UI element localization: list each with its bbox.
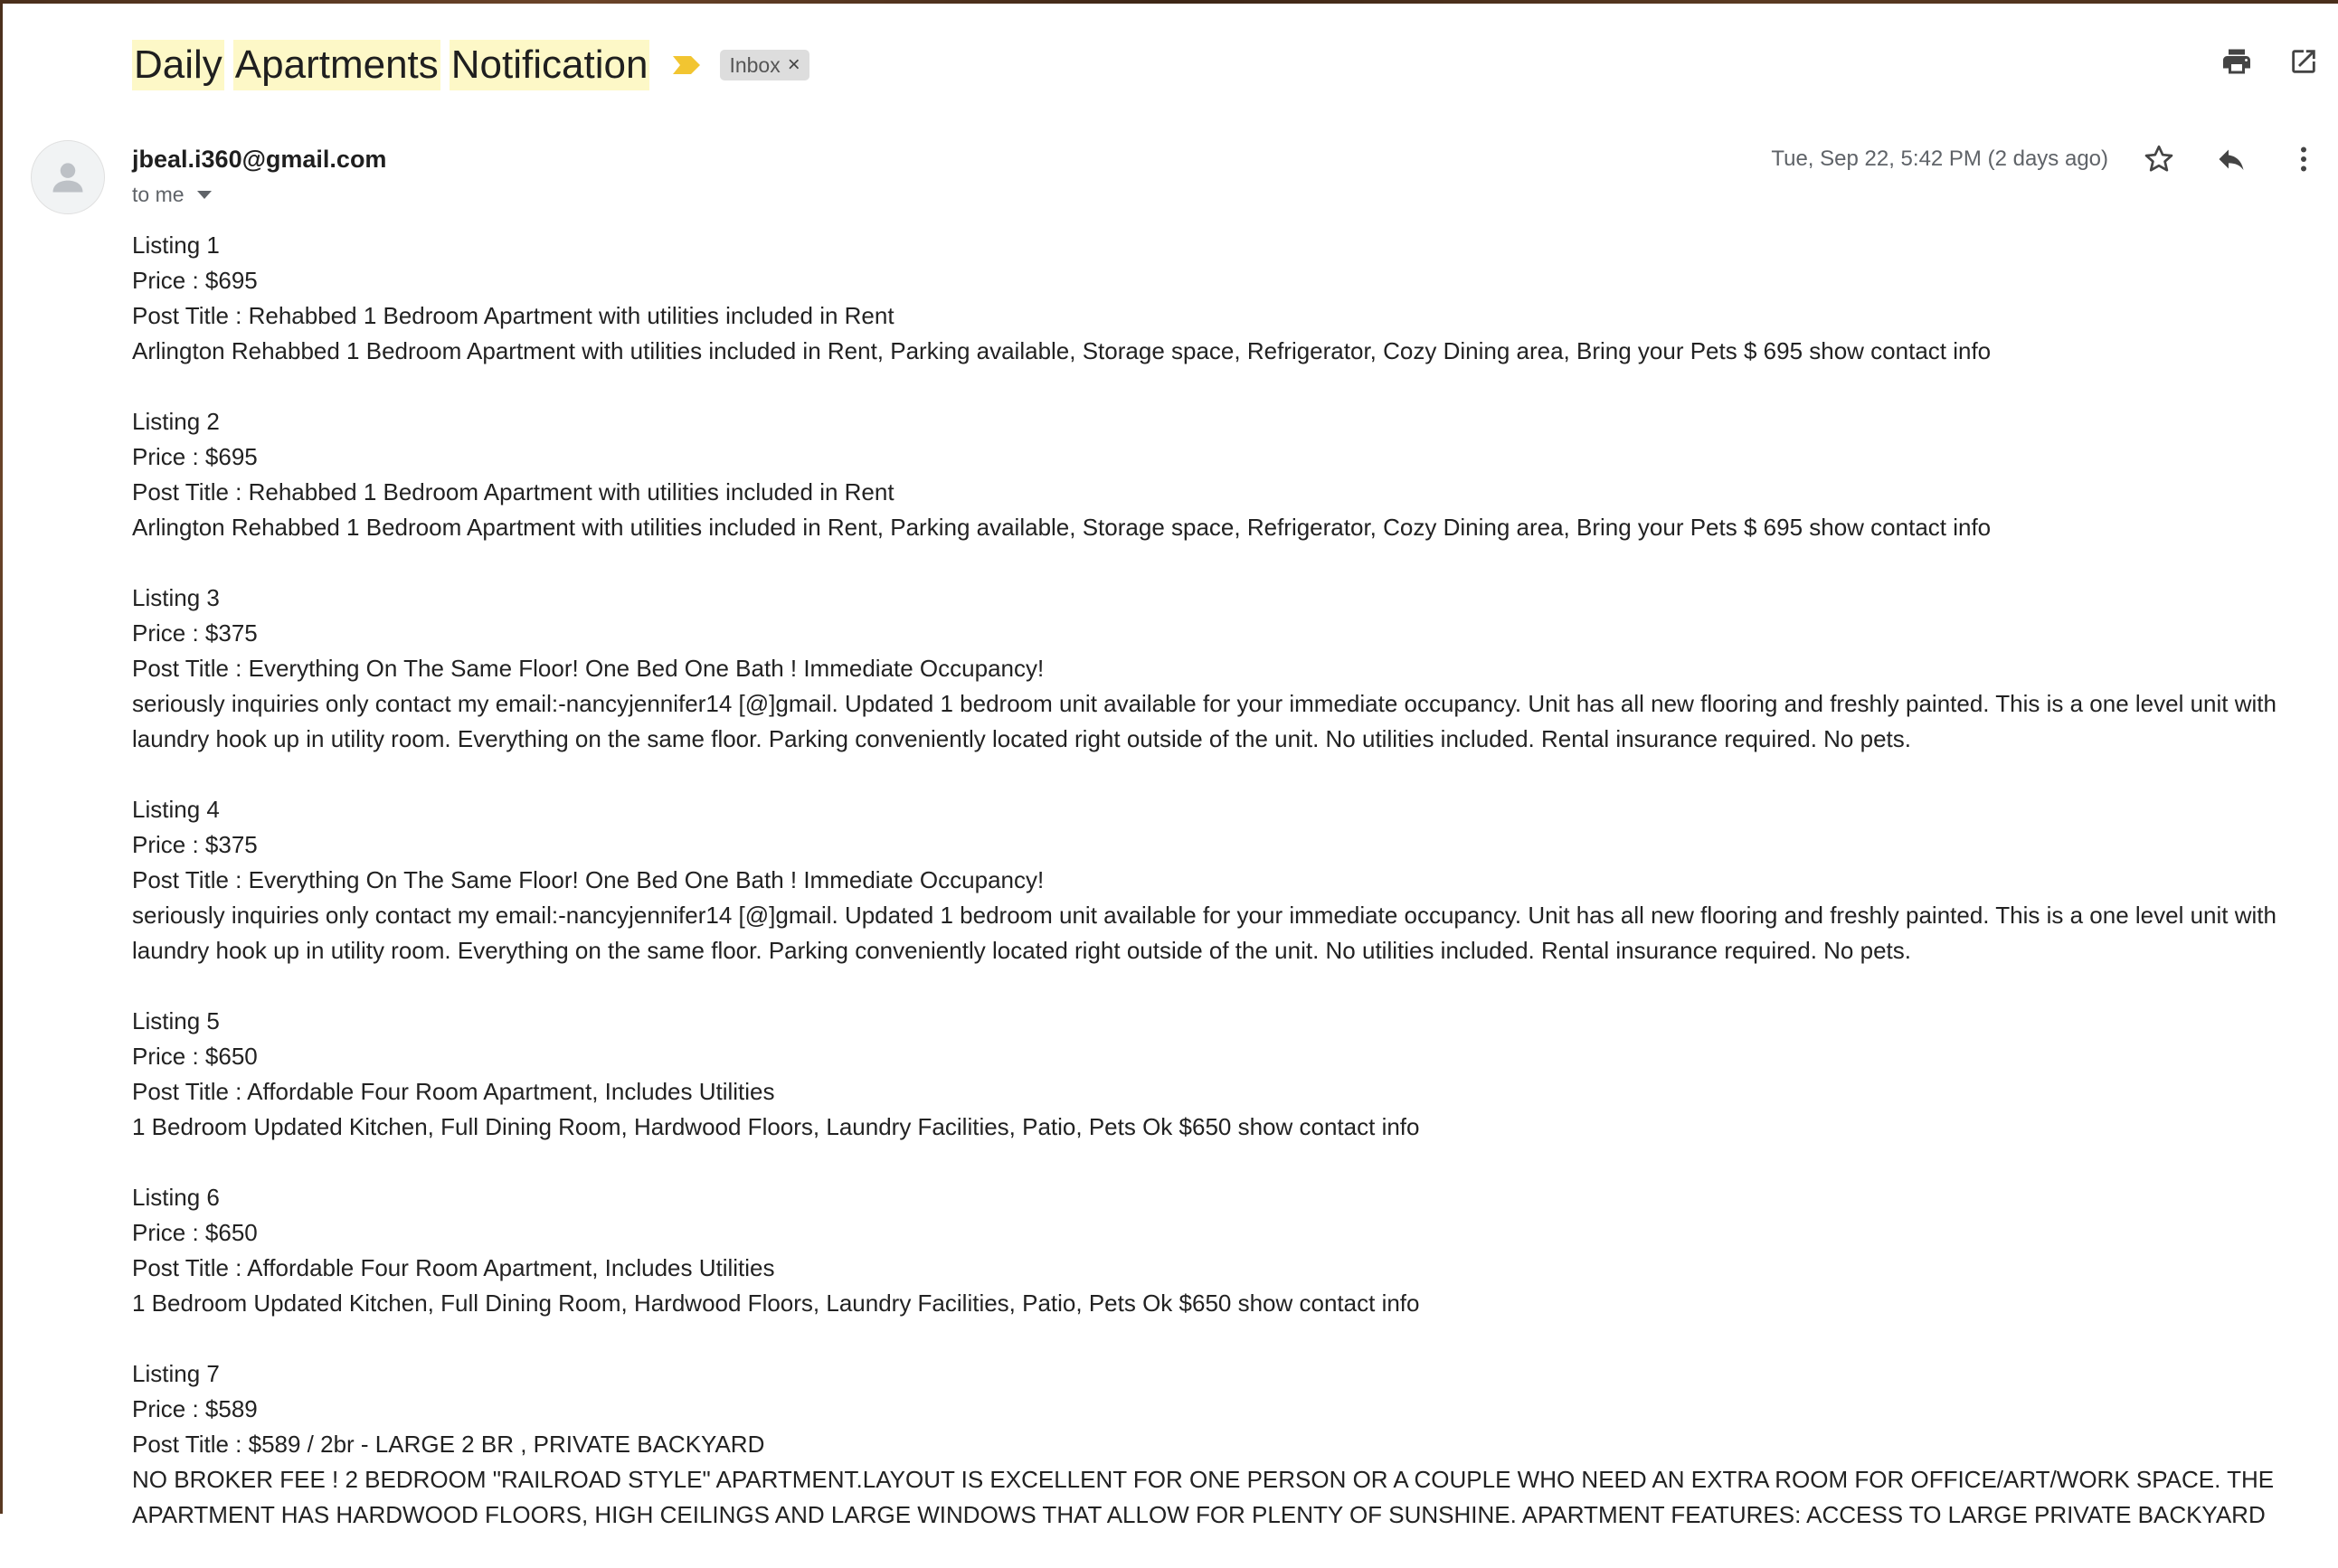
listing-price: Price : $589 — [132, 1395, 258, 1422]
listing-item: Listing 5 Price : $650 Post Title : Affo… — [132, 1004, 2285, 1145]
message-actions — [2141, 141, 2322, 177]
open-in-new-window-icon — [2292, 50, 2315, 73]
listing-title: Post Title : Everything On The Same Floo… — [132, 655, 1045, 682]
listing-price: Price : $695 — [132, 443, 258, 470]
important-marker-icon[interactable] — [671, 54, 702, 76]
listing-price: Price : $695 — [132, 267, 258, 294]
star-button[interactable] — [2141, 141, 2177, 177]
top-actions — [2219, 43, 2322, 80]
email-body: Listing 1 Price : $695 Post Title : Reha… — [132, 228, 2285, 1568]
listing-title: Post Title : Everything On The Same Floo… — [132, 866, 1045, 893]
subject-row: Daily Apartments Notification Inbox × — [132, 40, 809, 90]
listing-title: Post Title : Affordable Four Room Apartm… — [132, 1078, 775, 1105]
listing-price: Price : $650 — [132, 1219, 258, 1246]
avatar[interactable] — [31, 140, 105, 214]
listing-price: Price : $375 — [132, 831, 258, 858]
listing-item: Listing 6 Price : $650 Post Title : Affo… — [132, 1180, 2285, 1321]
star-icon — [2144, 145, 2173, 172]
recipient-text: to me — [132, 183, 185, 206]
listing-description: seriously inquiries only contact my emai… — [132, 902, 2276, 964]
listing-title: Post Title : Rehabbed 1 Bedroom Apartmen… — [132, 478, 894, 505]
listing-heading: Listing 4 — [132, 796, 220, 823]
listing-item: Listing 3 Price : $375 Post Title : Ever… — [132, 581, 2285, 757]
label-chip-text: Inbox — [729, 52, 781, 77]
message-date: Tue, Sep 22, 5:42 PM (2 days ago) — [1771, 146, 2108, 171]
listing-item: Listing 1 Price : $695 Post Title : Reha… — [132, 228, 2285, 369]
listing-heading: Listing 6 — [132, 1184, 220, 1211]
print-icon — [2223, 49, 2250, 74]
window-left-border — [0, 0, 3, 1514]
listing-price: Price : $650 — [132, 1043, 258, 1070]
listing-description: NO BROKER FEE ! 2 BEDROOM "RAILROAD STYL… — [132, 1466, 2275, 1528]
subject-word: Notification — [449, 40, 650, 90]
more-options-button[interactable] — [2286, 141, 2322, 177]
open-new-window-button[interactable] — [2286, 43, 2322, 80]
listing-heading: Listing 1 — [132, 231, 220, 259]
listing-description: 1 Bedroom Updated Kitchen, Full Dining R… — [132, 1289, 1420, 1317]
listing-title: Post Title : $589 / 2br - LARGE 2 BR , P… — [132, 1431, 765, 1458]
recipient-line: to me — [132, 181, 212, 208]
listing-title: Post Title : Affordable Four Room Apartm… — [132, 1254, 775, 1281]
listing-item: Listing 4 Price : $375 Post Title : Ever… — [132, 792, 2285, 968]
listing-price: Price : $375 — [132, 619, 258, 647]
more-vert-icon — [2301, 146, 2306, 172]
subject-word: Daily — [132, 40, 224, 90]
listing-heading: Listing 5 — [132, 1007, 220, 1034]
reply-button[interactable] — [2213, 141, 2249, 177]
print-all-button[interactable] — [2219, 43, 2255, 80]
listing-description: seriously inquiries only contact my emai… — [132, 690, 2276, 752]
listing-item: Listing 7 Price : $589 Post Title : $589… — [132, 1356, 2285, 1533]
close-icon[interactable]: × — [788, 54, 800, 76]
inbox-label-chip[interactable]: Inbox × — [720, 50, 809, 80]
subject-word: Apartments — [232, 40, 440, 90]
email-subject: Daily Apartments Notification — [132, 40, 650, 90]
window-top-border — [0, 0, 2338, 4]
listing-description: 1 Bedroom Updated Kitchen, Full Dining R… — [132, 1113, 1420, 1140]
listing-item: Listing 2 Price : $695 Post Title : Reha… — [132, 404, 2285, 545]
listing-title: Post Title : Rehabbed 1 Bedroom Apartmen… — [132, 302, 894, 329]
reply-icon — [2219, 149, 2244, 170]
listing-heading: Listing 2 — [132, 408, 220, 435]
chevron-down-icon[interactable] — [196, 190, 212, 199]
listing-heading: Listing 3 — [132, 584, 220, 611]
listing-description: Arlington Rehabbed 1 Bedroom Apartment w… — [132, 514, 1992, 541]
avatar-person-icon — [52, 163, 83, 193]
message-meta: Tue, Sep 22, 5:42 PM (2 days ago) — [1771, 141, 2322, 177]
listing-heading: Listing 7 — [132, 1360, 220, 1387]
listing-description: Arlington Rehabbed 1 Bedroom Apartment w… — [132, 337, 1992, 364]
sender-email[interactable]: jbeal.i360@gmail.com — [132, 143, 386, 175]
